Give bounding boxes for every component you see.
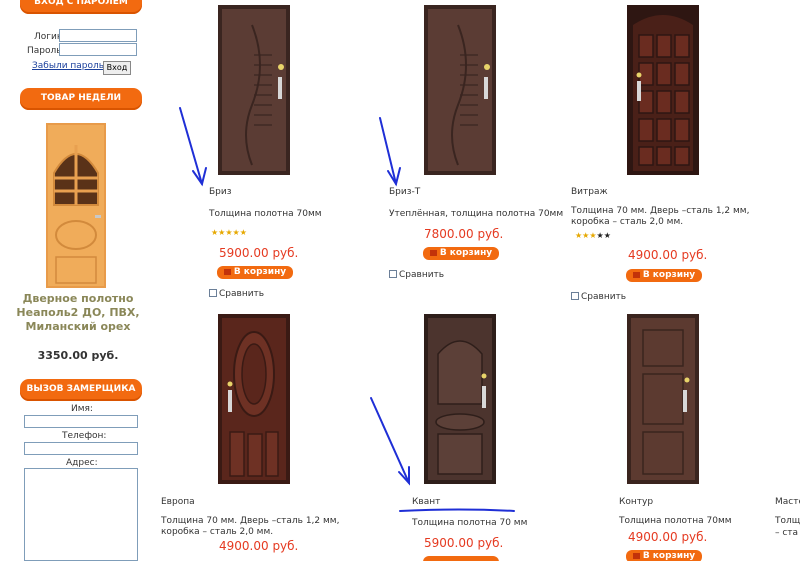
- product-desc: Толщина 70 мм. Дверь –сталь 1,2 мм, коро…: [571, 206, 750, 227]
- product-name[interactable]: Витраж: [571, 187, 608, 197]
- product-image-briz-t[interactable]: [424, 5, 496, 175]
- annotation-arrow-head: [387, 167, 401, 187]
- add-to-cart-button[interactable]: В корзину: [217, 266, 293, 279]
- product-price: 5900.00 руб.: [219, 246, 299, 260]
- product-image-evropa[interactable]: [218, 314, 290, 484]
- product-desc: Толщина полотна 70мм: [209, 209, 322, 219]
- annotation-arrow-head: [398, 466, 410, 486]
- product-name[interactable]: Европа: [161, 497, 195, 507]
- add-to-cart-button[interactable]: В корзину: [626, 269, 702, 282]
- product-price: 7800.00 руб.: [424, 227, 504, 241]
- product-name[interactable]: Бриз-Т: [389, 187, 420, 197]
- checkbox-icon[interactable]: [571, 292, 579, 300]
- product-desc: Толщ: [775, 516, 800, 526]
- annotation-arrow-head: [192, 167, 207, 187]
- week-product-image[interactable]: [46, 123, 106, 288]
- week-product-price: 3350.00 руб.: [37, 349, 119, 362]
- phone-input[interactable]: [24, 442, 138, 455]
- compare-checkbox[interactable]: Сравнить: [209, 289, 264, 299]
- cart-icon: [223, 269, 231, 275]
- add-to-cart-button[interactable]: В корзину: [626, 550, 702, 561]
- product-price: 4900.00 руб.: [219, 539, 299, 553]
- address-textarea[interactable]: [24, 468, 138, 561]
- login-button[interactable]: Вход: [103, 61, 131, 75]
- product-name[interactable]: Контур: [619, 497, 653, 507]
- product-name[interactable]: Квант: [412, 497, 440, 507]
- annotation-underline: [399, 508, 515, 512]
- product-desc: Утеплённая, толщина полотна 70мм: [389, 209, 564, 219]
- compare-checkbox[interactable]: Сравнить: [389, 270, 444, 280]
- checkbox-icon[interactable]: [209, 289, 217, 297]
- login-header: ВХОД С ПАРОЛЕМ: [20, 0, 142, 14]
- address-label: Адрес:: [66, 458, 98, 468]
- product-desc: – ста: [775, 528, 799, 538]
- forgot-password-link[interactable]: Забыли пароль?: [32, 61, 109, 71]
- login-input[interactable]: [59, 29, 137, 42]
- annotation-arrow: [179, 107, 203, 185]
- name-label: Имя:: [71, 404, 93, 414]
- call-measurer-header: ВЫЗОВ ЗАМЕРЩИКА: [20, 379, 142, 401]
- add-to-cart-button[interactable]: В корзину: [423, 247, 499, 260]
- rating-stars: ★★★★★: [211, 228, 247, 237]
- annotation-arrow: [379, 117, 397, 185]
- sidebar: ВХОД С ПАРОЛЕМ Логин: Пароль: Забыли пар…: [0, 0, 155, 561]
- cart-icon: [632, 272, 640, 278]
- product-name[interactable]: Масте: [775, 497, 800, 507]
- product-image-briz[interactable]: [218, 5, 290, 175]
- product-desc: Толщина полотна 70 мм: [412, 518, 528, 528]
- product-image-vitrazh[interactable]: [627, 5, 699, 175]
- name-input[interactable]: [24, 415, 138, 428]
- cart-icon: [429, 250, 437, 256]
- product-desc: Толщина полотна 70мм: [619, 516, 732, 526]
- product-name[interactable]: Бриз: [209, 187, 232, 197]
- cart-icon: [632, 553, 640, 559]
- checkbox-icon[interactable]: [389, 270, 397, 278]
- add-to-cart-button[interactable]: [423, 556, 499, 561]
- rating-stars: ★★★★★: [575, 231, 611, 240]
- compare-checkbox[interactable]: Сравнить: [571, 292, 626, 302]
- product-image-kvant[interactable]: [424, 314, 496, 484]
- phone-label: Телефон:: [62, 431, 107, 441]
- product-image-kontur[interactable]: [627, 314, 699, 484]
- week-product-name[interactable]: Дверное полотно Неаполь2 ДО, ПВХ, Миланс…: [10, 292, 146, 334]
- week-product-header: ТОВАР НЕДЕЛИ: [20, 88, 142, 110]
- product-price: 5900.00 руб.: [424, 536, 504, 550]
- product-desc: Толщина 70 мм. Дверь –сталь 1,2 мм, коро…: [161, 516, 340, 537]
- password-input[interactable]: [59, 43, 137, 56]
- product-price: 4900.00 руб.: [628, 248, 708, 262]
- product-price: 4900.00 руб.: [628, 530, 708, 544]
- annotation-arrow: [370, 397, 410, 484]
